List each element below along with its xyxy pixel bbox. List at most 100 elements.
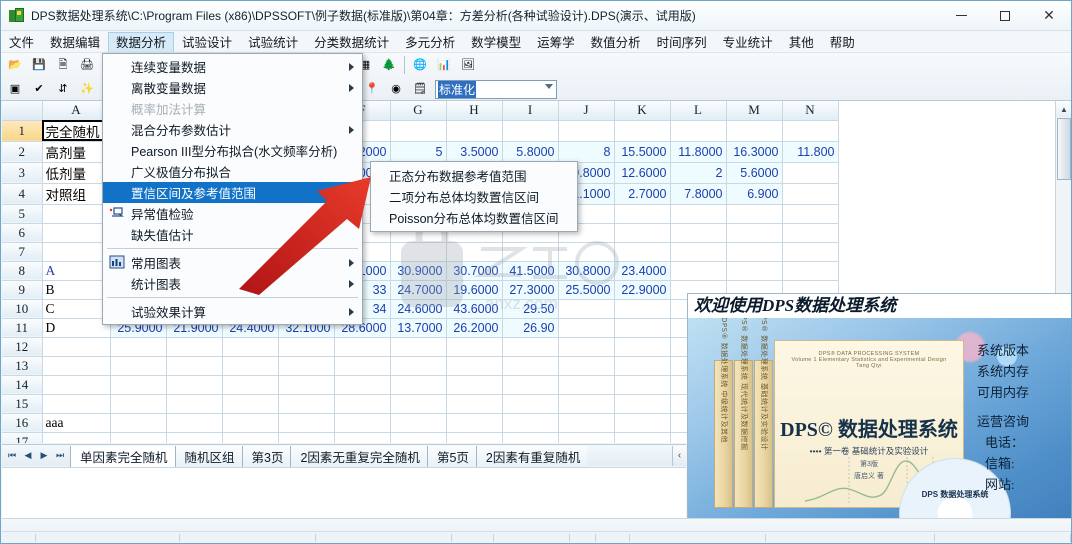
cell-I10[interactable]: 29.50 [502, 299, 559, 319]
column-header-J[interactable]: J [558, 101, 615, 121]
cell-E14[interactable] [278, 375, 335, 395]
cell-C16[interactable] [166, 413, 223, 433]
cell-I12[interactable] [502, 337, 559, 357]
row-header-16[interactable]: 16 [2, 413, 43, 433]
cell-F16[interactable] [334, 413, 391, 433]
cell-A1[interactable]: 完全随机 [42, 120, 111, 142]
cell-D16[interactable] [222, 413, 279, 433]
cell-L6[interactable] [670, 223, 727, 243]
cell-C13[interactable] [166, 356, 223, 376]
cell-B14[interactable] [110, 375, 167, 395]
select-all-corner[interactable] [2, 101, 43, 121]
menu-14[interactable]: 帮助 [822, 32, 863, 52]
cell-L5[interactable] [670, 204, 727, 224]
cell-M6[interactable] [726, 223, 783, 243]
menu-7[interactable]: 多元分析 [397, 32, 463, 52]
column-header-L[interactable]: L [670, 101, 727, 121]
cell-H16[interactable] [446, 413, 503, 433]
column-header-I[interactable]: I [502, 101, 559, 121]
menu-item-1[interactable]: 连续变量数据 [103, 56, 362, 77]
cell-A16[interactable]: aaa [42, 413, 111, 433]
save-as-icon[interactable]: 🗎 [52, 54, 74, 76]
row-header-10[interactable]: 10 [2, 299, 43, 319]
cell-A3[interactable]: 低剂量 [42, 162, 111, 184]
cell-H15[interactable] [446, 394, 503, 414]
cell-A7[interactable] [42, 242, 111, 262]
print-icon[interactable]: 🖨 [76, 54, 98, 76]
menu-5[interactable]: 试验统计 [240, 32, 306, 52]
cell-K7[interactable] [614, 242, 671, 262]
cell-A17[interactable] [42, 432, 111, 443]
cell-A14[interactable] [42, 375, 111, 395]
cell-I14[interactable] [502, 375, 559, 395]
cell-H10[interactable]: 43.6000 [446, 299, 503, 319]
row-header-17[interactable]: 17 [2, 432, 43, 443]
cell-G8[interactable]: 30.9000 [390, 261, 447, 281]
cell-F15[interactable] [334, 394, 391, 414]
hscroll-segment[interactable] [596, 533, 631, 542]
row-header-6[interactable]: 6 [2, 223, 43, 243]
menu-6[interactable]: 分类数据统计 [306, 32, 397, 52]
menu-item-2[interactable]: 离散变量数据 [103, 77, 362, 98]
first-sheet-button[interactable]: ⏮ [4, 447, 20, 465]
cell-D14[interactable] [222, 375, 279, 395]
cell-G15[interactable] [390, 394, 447, 414]
row-header-11[interactable]: 11 [2, 318, 43, 338]
menu-12[interactable]: 专业统计 [715, 32, 781, 52]
cell-B16[interactable] [110, 413, 167, 433]
sheet-tab-3[interactable]: 第3页 [241, 445, 291, 467]
cell-G9[interactable]: 24.7000 [390, 280, 447, 300]
submenu-item-1[interactable]: 正态分布数据参考值范围 [371, 165, 577, 186]
cell-A10[interactable]: C [42, 299, 111, 319]
cell-K17[interactable] [614, 432, 671, 443]
last-sheet-button[interactable]: ⏭ [52, 447, 68, 465]
sheet-tab-1[interactable]: 单因素完全随机 [70, 445, 175, 467]
cell-K3[interactable]: 12.6000 [614, 162, 671, 184]
cell-B15[interactable] [110, 394, 167, 414]
cell-I8[interactable]: 41.5000 [502, 261, 559, 281]
cell-J16[interactable] [558, 413, 615, 433]
row-header-9[interactable]: 9 [2, 280, 43, 300]
cell-B17[interactable] [110, 432, 167, 443]
cell-D15[interactable] [222, 394, 279, 414]
cell-M1[interactable] [726, 120, 783, 142]
cell-A8[interactable]: A [42, 261, 111, 281]
row-header-12[interactable]: 12 [2, 337, 43, 357]
cell-N2[interactable]: 11.800 [782, 141, 839, 163]
cell-G13[interactable] [390, 356, 447, 376]
cell-N5[interactable] [782, 204, 839, 224]
cell-N1[interactable] [782, 120, 839, 142]
cell-G11[interactable]: 13.7000 [390, 318, 447, 338]
cell-M3[interactable]: 5.6000 [726, 162, 783, 184]
hscroll-segment[interactable] [935, 533, 1071, 542]
cell-J10[interactable] [558, 299, 615, 319]
menu-item-11[interactable]: 常用图表 [103, 252, 362, 273]
cell-G1[interactable] [390, 120, 447, 142]
open-icon[interactable]: 📂 [4, 54, 26, 76]
cell-J7[interactable] [558, 242, 615, 262]
prev-sheet-button[interactable]: ◀ [20, 447, 36, 465]
menu-item-5[interactable]: Pearson III型分布拟合(水文频率分析) [103, 140, 362, 161]
cell-I13[interactable] [502, 356, 559, 376]
cell-M4[interactable]: 6.900 [726, 183, 783, 205]
row-header-13[interactable]: 13 [2, 356, 43, 376]
column-header-H[interactable]: H [446, 101, 503, 121]
tab-scroll-left-button[interactable]: ‹ [672, 445, 686, 466]
save-icon[interactable]: 💾 [28, 54, 50, 76]
cell-N6[interactable] [782, 223, 839, 243]
cell-I15[interactable] [502, 394, 559, 414]
row-header-1[interactable]: 1 [2, 120, 43, 142]
cell-K2[interactable]: 15.5000 [614, 141, 671, 163]
cell-G2[interactable]: 5 [390, 141, 447, 163]
cell-H1[interactable] [446, 120, 503, 142]
cell-L8[interactable] [670, 261, 727, 281]
cell-K6[interactable] [614, 223, 671, 243]
menu-10[interactable]: 数值分析 [583, 32, 649, 52]
cell-N8[interactable] [782, 261, 839, 281]
row-header-2[interactable]: 2 [2, 141, 43, 163]
hscroll-segment[interactable] [36, 533, 181, 542]
hscroll-segment[interactable] [570, 533, 597, 542]
hscroll-segment[interactable] [452, 533, 495, 542]
cell-J2[interactable]: 8 [558, 141, 615, 163]
cell-J8[interactable]: 30.8000 [558, 261, 615, 281]
